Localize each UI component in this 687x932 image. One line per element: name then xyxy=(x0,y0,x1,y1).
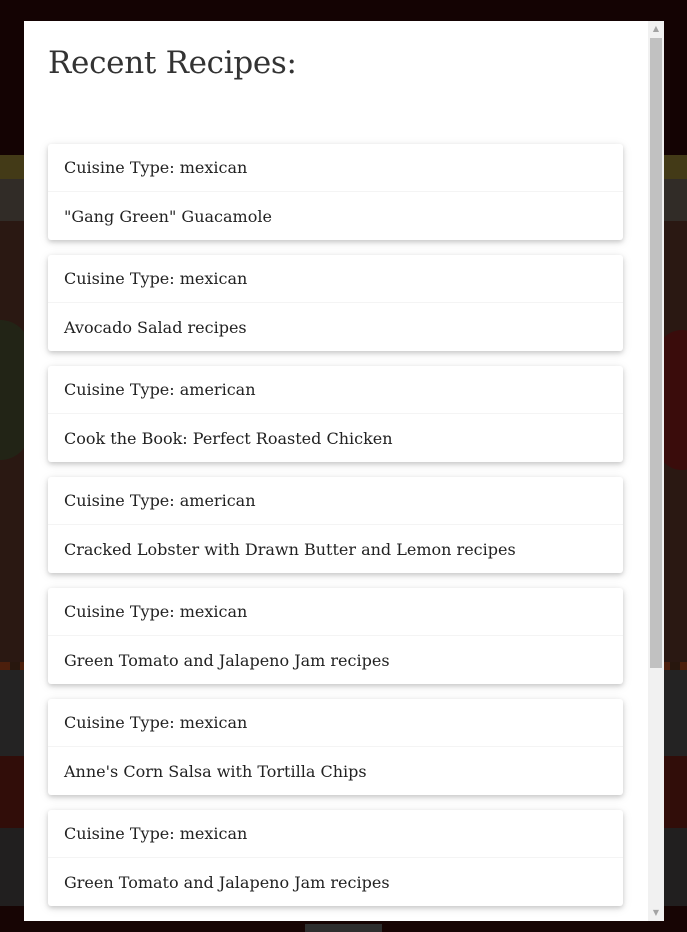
modal-content: Recent Recipes: Cuisine Type: mexican "G… xyxy=(24,21,648,921)
recipe-name: "Gang Green" Guacamole xyxy=(64,207,272,226)
recipe-card[interactable]: Cuisine Type: mexican Anne's Corn Salsa … xyxy=(48,699,623,795)
backdrop-footer-tab xyxy=(305,924,382,932)
recipe-cuisine-type: Cuisine Type: mexican xyxy=(48,588,623,636)
scrollbar-thumb[interactable] xyxy=(650,38,662,668)
recipe-cuisine-type: Cuisine Type: american xyxy=(48,477,623,525)
recipe-card[interactable]: Cuisine Type: mexican Green Tomato and J… xyxy=(48,588,623,684)
recipe-name: Avocado Salad recipes xyxy=(64,318,247,337)
recipe-card[interactable]: Cuisine Type: american Cook the Book: Pe… xyxy=(48,366,623,462)
recipe-cuisine-type: Cuisine Type: mexican xyxy=(48,144,623,192)
recipe-cuisine-type: Cuisine Type: mexican xyxy=(48,810,623,858)
scroll-down-arrow-icon[interactable]: ▼ xyxy=(648,905,664,921)
recipe-name: Cook the Book: Perfect Roasted Chicken xyxy=(64,429,393,448)
recipe-name: Green Tomato and Jalapeno Jam recipes xyxy=(64,873,390,892)
scroll-up-arrow-icon[interactable]: ▲ xyxy=(648,21,664,37)
recipe-cuisine-type: Cuisine Type: american xyxy=(48,366,623,414)
recipe-card[interactable]: Cuisine Type: mexican Avocado Salad reci… xyxy=(48,255,623,351)
recipe-cuisine-type: Cuisine Type: mexican xyxy=(48,699,623,747)
recipe-cuisine-type: Cuisine Type: mexican xyxy=(48,255,623,303)
recipe-name: Cracked Lobster with Drawn Butter and Le… xyxy=(64,540,516,559)
recipe-card[interactable]: Cuisine Type: american Cracked Lobster w… xyxy=(48,477,623,573)
modal-title: Recent Recipes: xyxy=(48,45,297,81)
modal-scrollbar[interactable]: ▲ ▼ xyxy=(648,21,664,921)
recipe-card[interactable]: Cuisine Type: mexican Green Tomato and J… xyxy=(48,810,623,906)
recipe-card[interactable]: Cuisine Type: mexican "Gang Green" Guaca… xyxy=(48,144,623,240)
recipe-name: Green Tomato and Jalapeno Jam recipes xyxy=(64,651,390,670)
recipe-name: Anne's Corn Salsa with Tortilla Chips xyxy=(64,762,367,781)
recipe-list: Cuisine Type: mexican "Gang Green" Guaca… xyxy=(48,144,623,921)
recent-recipes-modal: Recent Recipes: Cuisine Type: mexican "G… xyxy=(24,21,664,921)
